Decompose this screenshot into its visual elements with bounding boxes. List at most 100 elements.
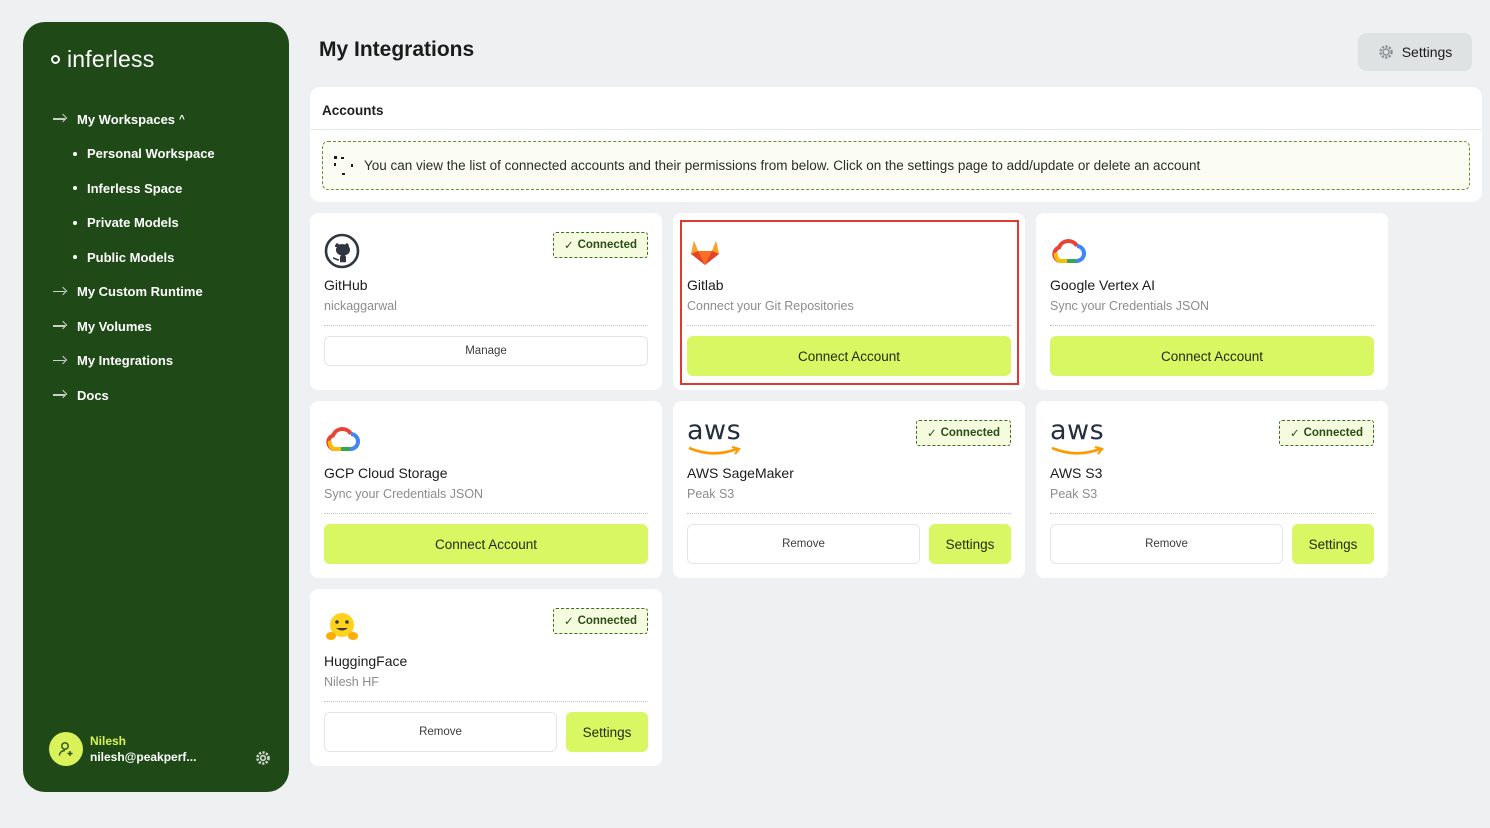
divider: [687, 513, 1011, 514]
card-title: AWS S3: [1050, 465, 1103, 481]
check-icon: ✓: [1289, 428, 1300, 440]
card-title: HuggingFace: [324, 653, 408, 669]
info-text: You can view the list of connected accou…: [364, 158, 1201, 173]
logo-icon: [49, 53, 63, 67]
card-subtitle: Sync your Credentials JSON: [1050, 299, 1210, 313]
logo-text: inferless: [67, 46, 155, 72]
badge-label: Connected: [940, 427, 1000, 439]
badge-label: Connected: [577, 239, 637, 251]
sidebar-item-inferless-space[interactable]: Inferless Space: [53, 171, 273, 206]
google-cloud-icon: [1052, 239, 1086, 263]
card-subtitle: Sync your Credentials JSON: [324, 487, 484, 501]
arrow-right-icon: [53, 114, 69, 124]
card-subtitle: Peak S3: [1050, 487, 1098, 501]
logo[interactable]: inferless: [49, 46, 154, 73]
accounts-panel: Accounts You can view the list of connec…: [310, 87, 1482, 202]
check-icon: ✓: [563, 240, 574, 252]
manage-button[interactable]: Manage: [324, 336, 648, 366]
settings-button[interactable]: Settings: [929, 524, 1011, 564]
settings-button[interactable]: Settings: [1292, 524, 1374, 564]
aws-logo-text: aws: [687, 415, 742, 446]
avatar: [49, 732, 83, 766]
accounts-title: Accounts: [322, 103, 384, 118]
settings-label: Settings: [1401, 44, 1453, 60]
sidebar-item-my-workspaces[interactable]: My Workspaces ^: [53, 102, 273, 137]
page-title: My Integrations: [319, 38, 475, 61]
sidebar-item-public-models[interactable]: Public Models: [53, 240, 273, 275]
sidebar-item-docs[interactable]: Docs: [53, 378, 273, 413]
gear-icon: [1379, 45, 1393, 59]
remove-button[interactable]: Remove: [687, 524, 920, 564]
aws-logo-text: aws: [1050, 415, 1105, 446]
divider: [324, 513, 648, 514]
settings-button[interactable]: Settings: [566, 712, 648, 752]
connected-badge: ✓ Connected: [915, 420, 1011, 446]
divider: [324, 701, 648, 702]
sidebar-item-label: Docs: [77, 387, 109, 403]
divider: [324, 325, 648, 326]
sidebar-item-personal-workspace[interactable]: Personal Workspace: [53, 137, 273, 172]
integration-card-gcp-cloud-storage: GCP Cloud Storage Sync your Credentials …: [310, 401, 662, 578]
card-title: Google Vertex AI: [1050, 277, 1156, 293]
selection-highlight: [680, 220, 1019, 385]
aws-icon: aws: [1050, 415, 1110, 455]
arrow-right-icon: [53, 321, 69, 331]
aws-icon: aws: [687, 415, 747, 455]
remove-button[interactable]: Remove: [324, 712, 557, 752]
sidebar-item-my-custom-runtime[interactable]: My Custom Runtime: [53, 275, 273, 310]
connected-badge: ✓ Connected: [552, 608, 648, 634]
gear-icon[interactable]: [255, 750, 271, 766]
chevron-up-icon: ^: [179, 113, 185, 125]
integration-card-google-vertex-ai: Google Vertex AI Sync your Credentials J…: [1036, 213, 1388, 390]
connected-badge: ✓ Connected: [1278, 420, 1374, 446]
user-email: nilesh@peakperf...: [90, 750, 197, 764]
user-profile[interactable]: Nilesh nilesh@peakperf...: [49, 732, 270, 766]
sidebar-item-label: My Workspaces: [77, 111, 176, 127]
sidebar-item-label: Private Models: [87, 215, 179, 231]
huggingface-icon: [326, 613, 358, 640]
sidebar-item-label: My Custom Runtime: [77, 284, 203, 300]
integration-card-github: ✓ Connected GitHub nickaggarwal Manage: [310, 213, 662, 390]
card-title: GitHub: [324, 277, 368, 293]
sidebar-item-label: Public Models: [87, 249, 175, 265]
sidebar-nav: My Workspaces ^ Personal Workspace Infer…: [53, 102, 273, 413]
github-icon: [324, 233, 360, 269]
sidebar-item-my-volumes[interactable]: My Volumes: [53, 309, 273, 344]
divider: [1050, 325, 1374, 326]
bullet-icon: [73, 186, 77, 191]
card-subtitle: nickaggarwal: [324, 299, 397, 313]
aws-smile-icon: [1051, 445, 1104, 455]
badge-label: Connected: [1303, 427, 1363, 439]
connect-account-button[interactable]: Connect Account: [324, 524, 648, 564]
google-cloud-icon: [326, 427, 360, 451]
user-name: Nilesh: [90, 734, 127, 748]
info-banner: You can view the list of connected accou…: [322, 141, 1470, 190]
card-title: GCP Cloud Storage: [324, 465, 448, 481]
card-subtitle: Peak S3: [687, 487, 735, 501]
check-icon: ✓: [563, 616, 574, 628]
arrow-right-icon: [53, 390, 69, 400]
remove-button[interactable]: Remove: [1050, 524, 1283, 564]
bullet-icon: [73, 151, 77, 156]
sidebar-item-label: My Volumes: [77, 318, 152, 334]
integration-card-aws-sagemaker: aws ✓ Connected AWS SageMaker Peak S3 Re…: [673, 401, 1025, 578]
sidebar-item-private-models[interactable]: Private Models: [53, 206, 273, 241]
aws-smile-icon: [688, 445, 741, 455]
user-add-icon: [58, 742, 73, 756]
connect-account-button[interactable]: Connect Account: [1050, 336, 1374, 376]
integration-card-aws-s3: aws ✓ Connected AWS S3 Peak S3 Remove Se…: [1036, 401, 1388, 578]
card-title: AWS SageMaker: [687, 465, 794, 481]
sidebar-item-my-integrations[interactable]: My Integrations: [53, 344, 273, 379]
card-subtitle: Nilesh HF: [324, 675, 379, 689]
sidebar-item-label: My Integrations: [77, 353, 174, 369]
settings-button[interactable]: Settings: [1358, 33, 1472, 71]
arrow-right-icon: [53, 287, 69, 297]
connected-badge: ✓ Connected: [552, 232, 648, 258]
loader-icon: [334, 155, 353, 175]
sidebar-item-label: Personal Workspace: [87, 146, 215, 162]
divider: [1050, 513, 1374, 514]
arrow-right-icon: [53, 356, 69, 366]
sidebar: inferless My Workspaces ^ Personal Works…: [23, 22, 289, 792]
integration-card-huggingface: ✓ Connected HuggingFace Nilesh HF Remove…: [310, 589, 662, 766]
check-icon: ✓: [926, 428, 937, 440]
